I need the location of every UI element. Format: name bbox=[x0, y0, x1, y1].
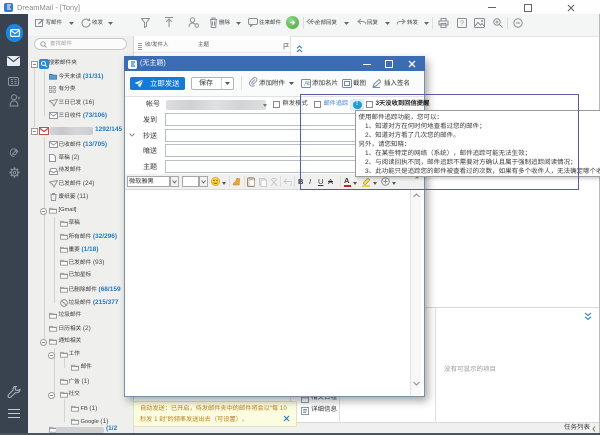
svg-text:?: ? bbox=[460, 20, 464, 27]
